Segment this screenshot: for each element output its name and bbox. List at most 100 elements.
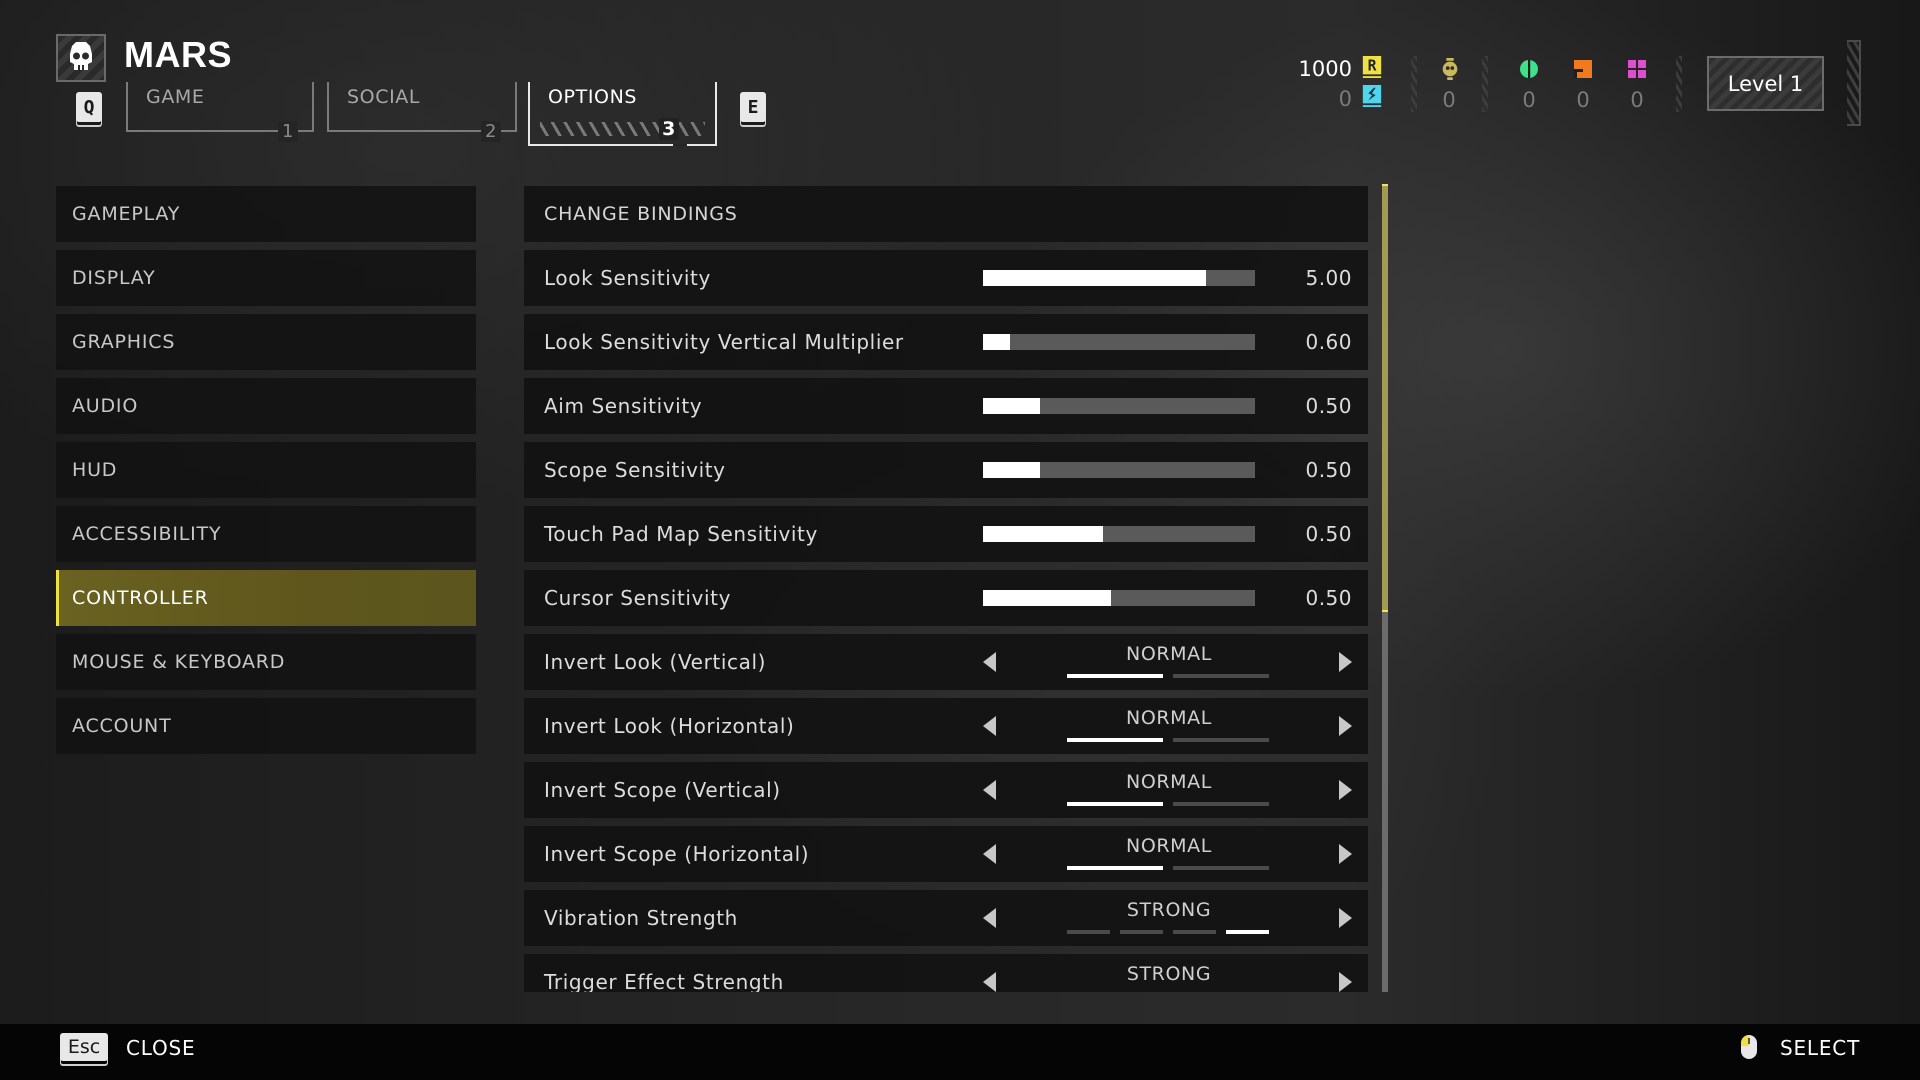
tab-game[interactable]: GAME 1 — [126, 82, 314, 142]
setting-label: Invert Look (Vertical) — [544, 650, 767, 674]
aim-sensitivity-slider[interactable] — [983, 398, 1255, 414]
rare-samples-value: 0 — [1576, 88, 1590, 112]
tab-social[interactable]: SOCIAL 2 — [327, 82, 517, 142]
super-credits-value: 0 — [1338, 87, 1352, 111]
arrow-left-icon[interactable] — [983, 972, 996, 992]
change-bindings-label: CHANGE BINDINGS — [544, 203, 738, 225]
setting-label: Invert Scope (Vertical) — [544, 778, 781, 802]
menu-item-mouse-keyboard[interactable]: MOUSE & KEYBOARD — [56, 634, 476, 690]
slider-row: Look Sensitivity 5.00 — [524, 250, 1368, 306]
option-tick — [1173, 674, 1269, 678]
setting-label: Trigger Effect Strength — [544, 970, 784, 992]
close-button[interactable]: CLOSE — [126, 1036, 195, 1060]
requisition-value: 1000 — [1298, 57, 1352, 81]
option-tick — [1067, 930, 1110, 934]
arrow-right-icon[interactable] — [1339, 908, 1352, 928]
menu-item-audio[interactable]: AUDIO — [56, 378, 476, 434]
option-tick — [1173, 930, 1216, 934]
selector-row: Invert Look (Horizontal) NORMAL — [524, 698, 1368, 754]
selector-row: Trigger Effect Strength STRONG — [524, 954, 1368, 992]
skull-icon — [70, 42, 92, 70]
currency-separator — [1676, 56, 1682, 112]
option-tick — [1067, 802, 1163, 806]
selector-row: Vibration Strength STRONG — [524, 890, 1368, 946]
menu-item-graphics[interactable]: GRAPHICS — [56, 314, 476, 370]
footer-bar — [0, 1024, 1920, 1080]
cursor-sensitivity-slider[interactable] — [983, 590, 1255, 606]
arrow-right-icon[interactable] — [1339, 844, 1352, 864]
medal-icon — [1442, 58, 1458, 80]
menu-item-display[interactable]: DISPLAY — [56, 250, 476, 306]
setting-label: Vibration Strength — [544, 906, 738, 930]
selector-row: Invert Scope (Horizontal) NORMAL — [524, 826, 1368, 882]
menu-item-hud[interactable]: HUD — [56, 442, 476, 498]
arrow-right-icon[interactable] — [1339, 716, 1352, 736]
level-badge[interactable]: Level 1 — [1707, 56, 1824, 111]
option-tick — [1173, 866, 1269, 870]
selector-value: STRONG — [1126, 899, 1212, 921]
arrow-left-icon[interactable] — [983, 780, 996, 800]
settings-list: CHANGE BINDINGS Look Sensitivity 5.00 Lo… — [524, 186, 1368, 992]
arrow-right-icon[interactable] — [1339, 780, 1352, 800]
scope-sensitivity-slider[interactable] — [983, 462, 1255, 478]
menu-item-accessibility[interactable]: ACCESSIBILITY — [56, 506, 476, 562]
slider-value: 0.50 — [1305, 522, 1352, 546]
rare-sample-icon — [1574, 60, 1592, 78]
esc-key-hint[interactable]: Esc — [60, 1033, 108, 1061]
tab-options[interactable]: OPTIONS 3 — [528, 82, 717, 146]
look-sensitivity-slider[interactable] — [983, 270, 1255, 286]
next-tab-key-hint[interactable]: E — [740, 92, 766, 122]
look-vertical-multiplier-slider[interactable] — [983, 334, 1255, 350]
option-indicator — [1067, 738, 1269, 742]
select-button[interactable]: SELECT — [1780, 1036, 1860, 1060]
arrow-left-icon[interactable] — [983, 716, 996, 736]
options-category-menu: GAMEPLAY DISPLAY GRAPHICS AUDIO HUD ACCE… — [56, 186, 476, 762]
tab-social-number: 2 — [480, 121, 501, 142]
slider-row: Scope Sensitivity 0.50 — [524, 442, 1368, 498]
touch-pad-map-sensitivity-slider[interactable] — [983, 526, 1255, 542]
arrow-left-icon[interactable] — [983, 844, 996, 864]
slider-fill — [983, 334, 1011, 350]
menu-item-controller[interactable]: CONTROLLER — [56, 570, 476, 626]
prev-tab-key-hint[interactable]: Q — [76, 92, 102, 122]
arrow-right-icon[interactable] — [1339, 972, 1352, 992]
slider-value: 0.60 — [1305, 330, 1352, 354]
tab-game-number: 1 — [277, 121, 298, 142]
change-bindings-button[interactable]: CHANGE BINDINGS — [524, 186, 1368, 242]
slider-row: Cursor Sensitivity 0.50 — [524, 570, 1368, 626]
slider-row: Touch Pad Map Sensitivity 0.50 — [524, 506, 1368, 562]
selector-row: Invert Scope (Vertical) NORMAL — [524, 762, 1368, 818]
selector-row: Invert Look (Vertical) NORMAL — [524, 634, 1368, 690]
currency-separator — [1411, 56, 1417, 112]
mouse-left-click-icon — [1741, 1035, 1757, 1059]
option-tick — [1067, 738, 1163, 742]
arrow-right-icon[interactable] — [1339, 652, 1352, 672]
super-sample-icon — [1628, 60, 1646, 78]
option-indicator — [1067, 802, 1269, 806]
requisition-r-icon: R — [1362, 56, 1382, 78]
arrow-left-icon[interactable] — [983, 652, 996, 672]
slider-value: 0.50 — [1305, 458, 1352, 482]
slider-fill — [983, 462, 1041, 478]
medals-value: 0 — [1442, 88, 1456, 112]
option-tick — [1120, 930, 1163, 934]
setting-label: Invert Scope (Horizontal) — [544, 842, 810, 866]
setting-label: Look Sensitivity Vertical Multiplier — [544, 330, 904, 354]
menu-item-account[interactable]: ACCOUNT — [56, 698, 476, 754]
selector-value: NORMAL — [1126, 707, 1212, 729]
tab-social-label: SOCIAL — [347, 86, 421, 108]
slider-fill — [983, 590, 1111, 606]
setting-label: Invert Look (Horizontal) — [544, 714, 795, 738]
slider-row: Look Sensitivity Vertical Multiplier 0.6… — [524, 314, 1368, 370]
svg-text:R: R — [1368, 58, 1377, 75]
settings-scrollbar[interactable] — [1382, 184, 1388, 992]
menu-item-gameplay[interactable]: GAMEPLAY — [56, 186, 476, 242]
option-tick — [1173, 738, 1269, 742]
arrow-left-icon[interactable] — [983, 908, 996, 928]
setting-label: Look Sensitivity — [544, 266, 711, 290]
common-samples-value: 0 — [1522, 88, 1536, 112]
currency-separator — [1482, 56, 1488, 112]
slider-row: Aim Sensitivity 0.50 — [524, 378, 1368, 434]
scrollbar-thumb[interactable] — [1382, 184, 1388, 613]
tab-game-label: GAME — [146, 86, 205, 108]
